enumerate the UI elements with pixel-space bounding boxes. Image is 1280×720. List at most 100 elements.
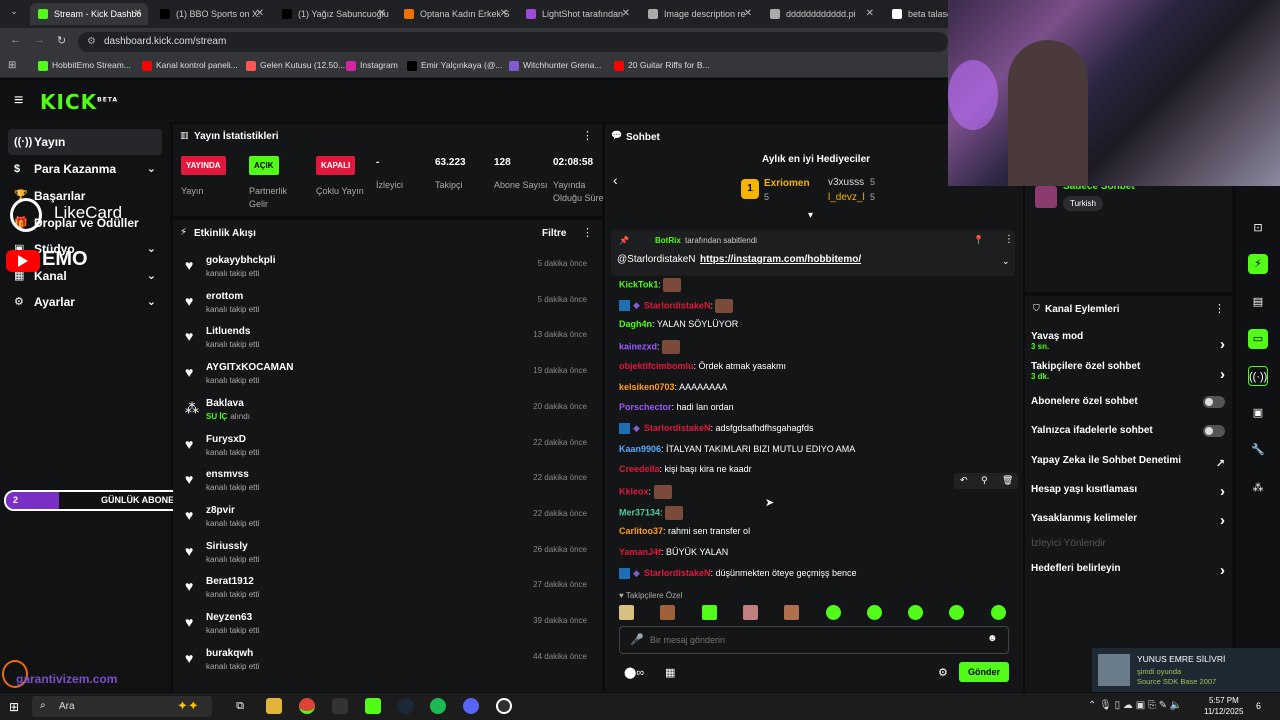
activity-username[interactable]: Litluends	[206, 326, 250, 337]
activity-username[interactable]: erottom	[206, 291, 243, 302]
channel-action-row[interactable]: Yasaklanmış kelimeler ›	[1031, 512, 1231, 529]
tab-close-icon[interactable]: ✕	[744, 3, 752, 25]
tab-close-icon[interactable]: ✕	[378, 3, 386, 25]
bookmark[interactable]: Emir Yalçınkaya (@...	[407, 60, 503, 71]
store-icon[interactable]: ▦	[665, 666, 675, 679]
bookmark[interactable]: Instagram	[346, 60, 398, 71]
activity-username[interactable]: FurysxD	[206, 434, 246, 445]
reload-icon[interactable]: ↻	[57, 34, 66, 47]
channel-action-row[interactable]: Takipçilere özel sohbet 3 dk. ›	[1031, 361, 1231, 383]
emote-shortcut-icon[interactable]	[866, 605, 882, 620]
pin-message-icon[interactable]: ⚲	[981, 475, 988, 486]
url-input[interactable]: ⚙ dashboard.kick.com/stream	[78, 32, 948, 52]
unpin-icon[interactable]: 📍	[973, 235, 984, 246]
chrome-icon[interactable]	[299, 698, 315, 714]
channel-action-row[interactable]: Hedefleri belirleyin ›	[1031, 562, 1231, 579]
notification-count-badge[interactable]: 6	[1256, 701, 1261, 711]
chat-username[interactable]: kainezxd	[619, 341, 657, 351]
chat-username[interactable]: objektifcimbomlu	[619, 361, 694, 371]
taskbar-search[interactable]: ⌕ Ara ✦✦	[32, 696, 212, 717]
kick-app-icon[interactable]	[365, 698, 381, 714]
gifter-2-name[interactable]: l_devz_l	[828, 192, 865, 203]
bookmark[interactable]: 20 Guitar Riffs for B...	[614, 60, 710, 71]
chat-input-box[interactable]: 🎤 ☻	[619, 626, 1009, 654]
top-gifter-name[interactable]: Exriomen	[764, 178, 810, 189]
emoji-picker-icon[interactable]: ☻	[987, 633, 998, 644]
mic-icon[interactable]: 🎤	[630, 633, 644, 646]
activity-username[interactable]: Siriussly	[206, 541, 248, 552]
activity-username[interactable]: Neyzen63	[206, 612, 252, 623]
explorer-icon[interactable]	[266, 698, 282, 714]
obs-icon[interactable]	[496, 698, 512, 714]
chat-username[interactable]: Dagh4n	[619, 319, 652, 329]
clock-time[interactable]: 5:57 PM	[1209, 696, 1239, 705]
bookmark[interactable]: Witchhunter Grena...	[509, 60, 601, 71]
apps-grid-icon[interactable]: ⊞	[8, 60, 16, 71]
back-icon[interactable]: ←	[10, 34, 21, 46]
browser-tab[interactable]: (1) BBO Sports on X: ✕	[152, 3, 270, 25]
pinned-by-user[interactable]: BotRix	[655, 236, 681, 245]
channel-action-row[interactable]: Yavaş mod 3 sn. ›	[1031, 331, 1231, 353]
task-view-icon[interactable]: ⧉	[232, 698, 248, 714]
activity-username[interactable]: ensmvss	[206, 469, 249, 480]
tab-close-icon[interactable]: ✕	[134, 3, 142, 25]
channel-action-row[interactable]: Yalnızca ifadelerle sohbet	[1031, 425, 1231, 437]
rail-broadcast-icon[interactable]: ((·))	[1248, 366, 1268, 386]
start-icon[interactable]: ⊞	[9, 700, 19, 714]
emote-shortcut-icon[interactable]	[825, 605, 841, 620]
emote-shortcut-icon[interactable]	[660, 605, 676, 620]
toggle-switch[interactable]	[1203, 396, 1225, 408]
chat-username[interactable]: kelsiken0703	[619, 382, 675, 392]
chat-username[interactable]: Mer37134	[619, 507, 660, 517]
emote-shortcut-icon[interactable]	[949, 605, 965, 620]
rail-doc-icon[interactable]: ▤	[1248, 292, 1268, 312]
activity-more-icon[interactable]: ⋮	[582, 226, 593, 239]
activity-username[interactable]: Berat1912	[206, 576, 254, 587]
chat-username[interactable]: Creedella	[619, 464, 660, 474]
bookmark[interactable]: HobbitEmo Stream...	[38, 60, 131, 71]
tab-close-icon[interactable]: ✕	[256, 3, 264, 25]
forward-icon[interactable]: →	[34, 34, 45, 46]
bookmark[interactable]: Kanal kontrol paneli...	[142, 60, 238, 71]
tab-close-icon[interactable]: ✕	[866, 3, 874, 25]
tab-search-icon[interactable]: ⌄	[6, 6, 22, 22]
pinned-more-icon[interactable]: ⋮	[1004, 234, 1014, 245]
chat-settings-icon[interactable]: ⚙	[938, 666, 948, 679]
activity-username[interactable]: Baklava	[206, 398, 244, 409]
pinned-link[interactable]: https://instagram.com/hobbitemo/	[700, 254, 861, 265]
chat-tools-icon[interactable]: ⬤∞	[624, 666, 644, 679]
discord-icon[interactable]	[463, 698, 479, 714]
gifters-collapse-icon[interactable]: ▾	[808, 210, 813, 221]
stats-more-icon[interactable]: ⋮	[582, 129, 593, 142]
tab-close-icon[interactable]: ✕	[500, 3, 508, 25]
emote-shortcut-icon[interactable]	[619, 605, 634, 620]
chat-username[interactable]: YamanJ4f	[619, 547, 661, 557]
chat-username[interactable]: StarlordistakeN	[644, 300, 711, 310]
sidebar-item-7[interactable]: ⚙ Ayarlar ⌄	[8, 289, 162, 315]
rail-save-icon[interactable]: ▣	[1248, 403, 1268, 423]
pinned-expand-icon[interactable]: ⌄	[1002, 256, 1010, 267]
emote-shortcut-icon[interactable]	[701, 605, 717, 620]
steam-icon[interactable]	[398, 698, 414, 714]
xbox-icon[interactable]	[332, 698, 348, 714]
browser-tab[interactable]: Stream - Kick Dashbo ✕	[30, 3, 148, 25]
activity-username[interactable]: gokayybhckpli	[206, 255, 275, 266]
rail-chat-icon[interactable]: ▭	[1248, 329, 1268, 349]
rail-tools-icon[interactable]: 🔧	[1248, 440, 1268, 460]
gifter-1-name[interactable]: v3xusss	[828, 177, 864, 188]
tab-close-icon[interactable]: ✕	[622, 3, 630, 25]
emote-shortcut-icon[interactable]	[742, 605, 758, 620]
send-button[interactable]: Gönder	[959, 662, 1009, 682]
browser-tab[interactable]: LightShot tarafından ✕	[518, 3, 636, 25]
sidebar-item-1[interactable]: ((·)) Yayın	[8, 129, 162, 155]
emote-shortcut-icon[interactable]	[908, 605, 924, 620]
sidebar-item-2[interactable]: $ Para Kazanma ⌄	[8, 156, 162, 182]
chat-username[interactable]: StarlordistakeN	[644, 423, 711, 433]
activity-username[interactable]: z8pvir	[206, 505, 235, 516]
browser-tab[interactable]: Optana Kadın Erkek S ✕	[396, 3, 514, 25]
rail-apps-icon[interactable]: ⁂	[1248, 478, 1268, 498]
activity-username[interactable]: AYGITxKOCAMAN	[206, 362, 293, 373]
channel-actions-more-icon[interactable]: ⋮	[1214, 302, 1225, 315]
tray-icons[interactable]: ⌃ 🎙 ▯ ☁ ▣ ⎘ ✎ 🔈	[1088, 700, 1182, 711]
emote-shortcut-icon[interactable]	[784, 605, 800, 620]
